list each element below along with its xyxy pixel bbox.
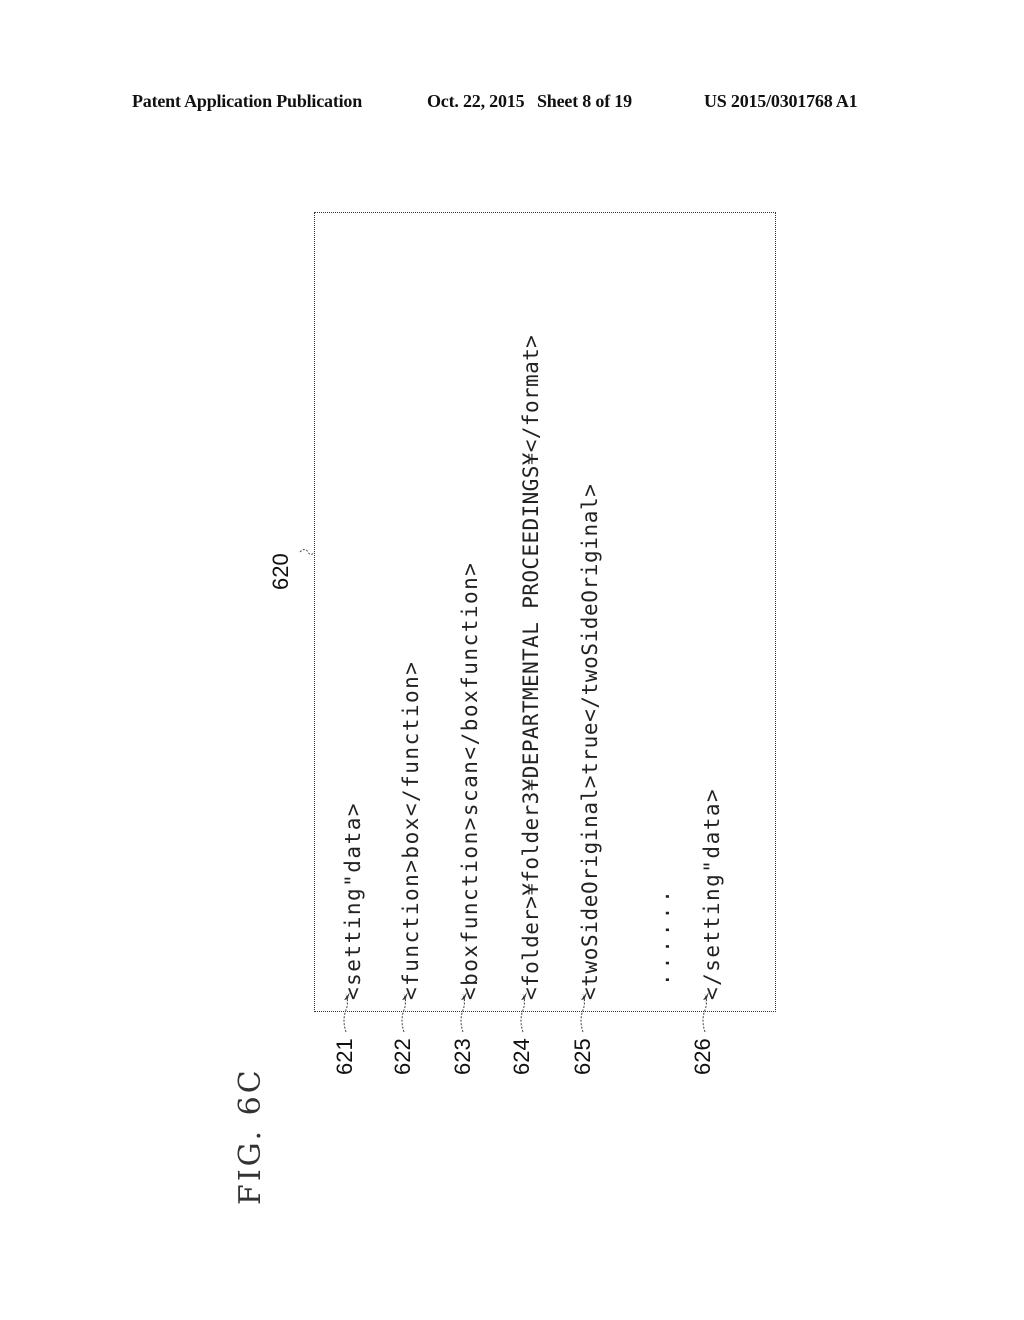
arrow-623 [461,992,467,1004]
arrow-626 [703,992,709,1004]
leader-620 [299,549,315,555]
leader-lines [299,549,709,1033]
arrow-624 [521,992,527,1004]
arrow-621 [344,992,350,1004]
arrow-622 [402,992,408,1004]
arrow-625 [581,992,587,1004]
